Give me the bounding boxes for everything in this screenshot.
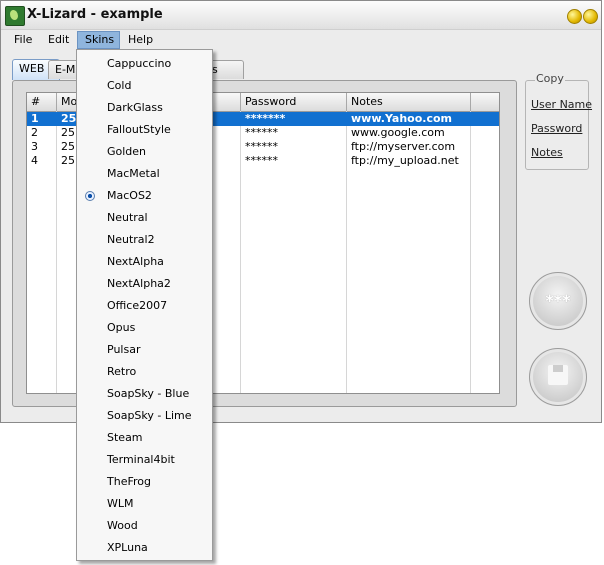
col-number[interactable]: # xyxy=(27,93,57,111)
save-button[interactable] xyxy=(529,348,587,406)
skin-item-neutral[interactable]: Neutral xyxy=(77,207,212,229)
skin-item-office2007[interactable]: Office2007 xyxy=(77,295,212,317)
floppy-icon xyxy=(548,365,568,385)
skin-item-thefrog[interactable]: TheFrog xyxy=(77,471,212,493)
close-button[interactable] xyxy=(583,9,598,24)
skin-item-neutral2[interactable]: Neutral2 xyxy=(77,229,212,251)
cell-number: 3 xyxy=(31,140,38,153)
skin-item-opus[interactable]: Opus xyxy=(77,317,212,339)
minimize-button[interactable] xyxy=(567,9,582,24)
cell-number: 2 xyxy=(31,126,38,139)
copy-notes-link[interactable]: Notes xyxy=(531,146,563,159)
cell-notes: www.google.com xyxy=(351,126,445,139)
skin-item-retro[interactable]: Retro xyxy=(77,361,212,383)
copy-group-title: Copy xyxy=(535,72,565,85)
menu-help[interactable]: Help xyxy=(123,31,158,49)
asterisks-icon: *** xyxy=(545,291,571,310)
skin-item-steam[interactable]: Steam xyxy=(77,427,212,449)
skin-item-wlm[interactable]: WLM xyxy=(77,493,212,515)
cell-password: ****** xyxy=(245,126,278,139)
window-title: X-Lizard - example xyxy=(27,7,163,22)
cell-password: ****** xyxy=(245,140,278,153)
col-password[interactable]: Password xyxy=(241,93,347,111)
cell-password: ******* xyxy=(245,112,286,125)
skin-item-nextalpha[interactable]: NextAlpha xyxy=(77,251,212,273)
cell-notes: ftp://myserver.com xyxy=(351,140,456,153)
skin-item-pulsar[interactable]: Pulsar xyxy=(77,339,212,361)
menu-bar: File Edit Skins Help xyxy=(1,30,601,50)
cell-notes: www.Yahoo.com xyxy=(351,112,453,125)
skin-item-nextalpha2[interactable]: NextAlpha2 xyxy=(77,273,212,295)
skin-item-macos2: MacOS2 xyxy=(107,189,152,202)
skin-item-terminal4bit[interactable]: Terminal4bit xyxy=(77,449,212,471)
copy-password-link[interactable]: Password xyxy=(531,122,582,135)
skin-item-golden[interactable]: Golden xyxy=(77,141,212,163)
lizard-icon xyxy=(5,6,25,26)
menu-file[interactable]: File xyxy=(9,31,37,49)
cell-password: ****** xyxy=(245,154,278,167)
copy-username-link[interactable]: User Name xyxy=(531,98,592,111)
skin-item-wood[interactable]: Wood xyxy=(77,515,212,537)
skin-item-falloutstyle[interactable]: FalloutStyle xyxy=(77,119,212,141)
skin-item-soapsky-blue[interactable]: SoapSky - Blue xyxy=(77,383,212,405)
cell-notes: ftp://my_upload.net xyxy=(351,154,459,167)
col-notes[interactable]: Notes xyxy=(347,93,471,111)
cell-number: 4 xyxy=(31,154,38,167)
skin-item-macmetal[interactable]: MacMetal xyxy=(77,163,212,185)
title-bar[interactable]: X-Lizard - example xyxy=(1,1,601,30)
skin-item-macos2-row[interactable]: MacOS2 xyxy=(77,185,212,207)
skin-item-cold[interactable]: Cold xyxy=(77,75,212,97)
skin-item-cappuccino[interactable]: Cappuccino xyxy=(77,53,212,75)
skin-item-soapsky-lime[interactable]: SoapSky - Lime xyxy=(77,405,212,427)
menu-skins[interactable]: Skins xyxy=(77,31,120,49)
skin-item-darkglass[interactable]: DarkGlass xyxy=(77,97,212,119)
skin-item-xpluna[interactable]: XPLuna xyxy=(77,537,212,559)
reveal-password-button[interactable]: *** xyxy=(529,272,587,330)
cell-number: 1 xyxy=(31,112,39,125)
skins-dropdown-menu: Cappuccino Cold DarkGlass FalloutStyle G… xyxy=(76,49,213,561)
menu-edit[interactable]: Edit xyxy=(43,31,74,49)
col-extra[interactable] xyxy=(471,93,499,111)
